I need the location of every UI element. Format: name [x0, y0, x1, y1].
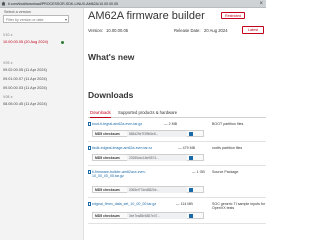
version-item[interactable]: 09.02.00.05 (11 Apr 2024) [3, 68, 79, 74]
version-value: 10.00.00.05 [106, 28, 129, 33]
download-link[interactable]: edgeai_fimm_data_set_10_00_00.tar.gz [92, 202, 156, 206]
file-size: — 1 GB [192, 170, 205, 174]
group-heading: V09.x [3, 61, 13, 65]
file-size: — 2 MB [164, 122, 177, 126]
md5-label: MD5 checksum [95, 132, 120, 137]
home-icon[interactable] [1, 1, 6, 6]
tab-downloads[interactable]: Downloads [90, 110, 111, 118]
file-icon [88, 170, 91, 174]
download-link[interactable]: ti-firmware-builder-am62axx-evm-10_00_00… [92, 170, 154, 179]
version-item-label: 09.02.00.05 (11 Apr 2024) [3, 68, 47, 72]
group-heading: V08.x [3, 95, 13, 99]
group-heading: V10.x [3, 33, 13, 37]
md5-hash[interactable]: 0065ef77ded5820e... [127, 187, 187, 193]
file-description: SOC generic TI sample inputs for OpenVX … [212, 202, 266, 211]
address-bar: ti.com/tool/download/PROCESSOR-SDK-LINUX… [0, 0, 266, 8]
latest-button[interactable]: Latest [242, 26, 264, 34]
copy-icon[interactable] [189, 188, 193, 192]
version-item-label: 10.00.00.05 (20 Aug 2024) [3, 40, 48, 44]
md5-hash[interactable]: 20285cdc1fde5574... [127, 155, 187, 161]
md5-hash[interactable]: 868d29e7f3f9b5e8... [127, 131, 187, 137]
version-label: Version: [88, 28, 104, 33]
version-filter[interactable]: ▾ [3, 15, 69, 23]
md5-checksum: MD5 checksum 20285cdc1fde5574... [92, 154, 204, 161]
md5-checksum: MD5 checksum 0065ef77ded5820e... [92, 186, 204, 193]
downloads-tabs: Downloads Supported products & hardware [88, 109, 266, 118]
tab-supported-products[interactable]: Supported products & hardware [118, 110, 177, 118]
whats-new-heading: What's new [88, 52, 135, 62]
file-icon [88, 202, 91, 206]
md5-checksum: MD5 checksum 3ee7ea85e8857e07... [92, 212, 204, 219]
address-path[interactable]: ti.com/tool/download/PROCESSOR-SDK-LINUX… [8, 2, 118, 6]
version-filter-input[interactable] [4, 16, 62, 23]
file-description: BOOT partition files [212, 122, 244, 126]
current-version-dot-icon [61, 40, 64, 44]
table-row: tisdk-edgeai-image-am62a-evm.tar.xz — 47… [88, 144, 266, 166]
md5-label: MD5 checksum [95, 188, 120, 193]
file-icon [88, 122, 91, 126]
restricted-badge: Restricted [221, 12, 246, 19]
version-sidebar: Select a version ▾ V10.x 10.00.00.05 (20… [0, 8, 84, 240]
page-title: AM62A firmware builder [88, 10, 205, 22]
version-item-label: 08.06.00.45 (11 Apr 2024) [3, 102, 47, 106]
copy-icon[interactable] [189, 132, 193, 136]
main-content: AM62A firmware builder Restricted Versio… [84, 8, 266, 240]
file-icon [88, 146, 91, 150]
version-item[interactable]: 08.06.00.45 (11 Apr 2024) [3, 102, 79, 108]
release-date-value: 20 Aug 2024 [204, 28, 228, 33]
version-item[interactable]: 09.00.00.03 (11 Apr 2024) [3, 86, 79, 92]
file-size: — 114 MB [176, 202, 193, 206]
md5-label: MD5 checksum [95, 214, 120, 219]
file-size: — 479 MB [178, 146, 195, 150]
table-row: edgeai_fimm_data_set_10_00_00.tar.gz — 1… [88, 200, 266, 224]
select-version-label: Select a version [4, 9, 32, 14]
release-date-label: Release Date: [174, 28, 201, 33]
file-description: rootfs partition files [212, 146, 243, 150]
chevron-down-icon[interactable]: ▾ [65, 17, 67, 22]
md5-label: MD5 checksum [95, 156, 120, 161]
file-description: Source Package [212, 170, 239, 174]
download-link[interactable]: boot-ti-tegral-am62a-evm.tar.gz [92, 122, 142, 126]
downloads-heading: Downloads [88, 90, 134, 100]
table-row: boot-ti-tegral-am62a-evm.tar.gz — 2 MB B… [88, 120, 266, 142]
copy-icon[interactable] [189, 156, 193, 160]
version-item[interactable]: 10.00.00.05 (20 Aug 2024) [3, 40, 79, 46]
md5-checksum: MD5 checksum 868d29e7f3f9b5e8... [92, 130, 204, 137]
download-link[interactable]: tisdk-edgeai-image-am62a-evm.tar.xz [92, 146, 152, 150]
table-row: ti-firmware-builder-am62axx-evm-10_00_00… [88, 168, 266, 198]
version-item-label: 09.01.00.07 (11 Apr 2024) [3, 77, 47, 81]
copy-icon[interactable] [189, 214, 193, 218]
md5-hash[interactable]: 3ee7ea85e8857e07... [127, 213, 187, 219]
close-icon[interactable]: × [259, 1, 263, 7]
version-item-label: 09.00.00.03 (11 Apr 2024) [3, 86, 47, 90]
version-item[interactable]: 09.01.00.07 (11 Apr 2024) [3, 77, 79, 83]
